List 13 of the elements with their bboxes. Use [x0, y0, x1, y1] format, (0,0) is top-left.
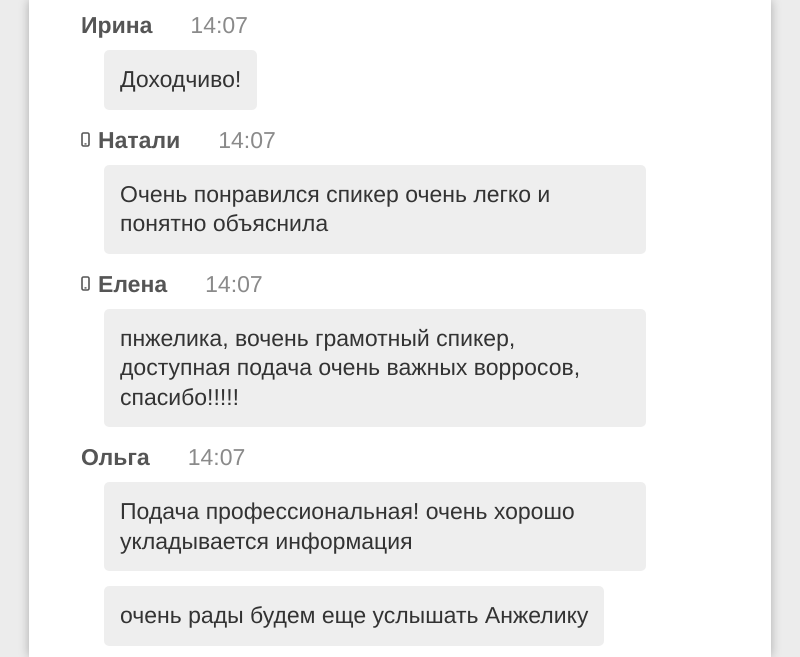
message-time: 14:07 — [218, 126, 276, 154]
message-time: 14:07 — [190, 11, 248, 40]
message-bubble: Очень понравился спикер очень легко и понятно объяснила — [104, 164, 646, 254]
author-name: Ольга — [81, 443, 150, 472]
message-bubble: Доходчиво! — [104, 50, 258, 110]
author-name: Ирина — [81, 11, 152, 40]
message-bubble: Подача профессиональная! очень хорошо укладывается информация — [104, 482, 646, 571]
message-bubble: пнжелика, вочень грамотный спикер, доступная подача очень важных ворросов, спасибо!!!!! — [104, 308, 646, 427]
message-time: 14:07 — [205, 270, 263, 298]
author-name: Елена — [98, 270, 168, 298]
message-time: 14:07 — [188, 443, 246, 472]
message-bubble: очень рады будем еще услышать Анжелику — [104, 586, 604, 646]
author-name: Натали — [98, 126, 180, 154]
